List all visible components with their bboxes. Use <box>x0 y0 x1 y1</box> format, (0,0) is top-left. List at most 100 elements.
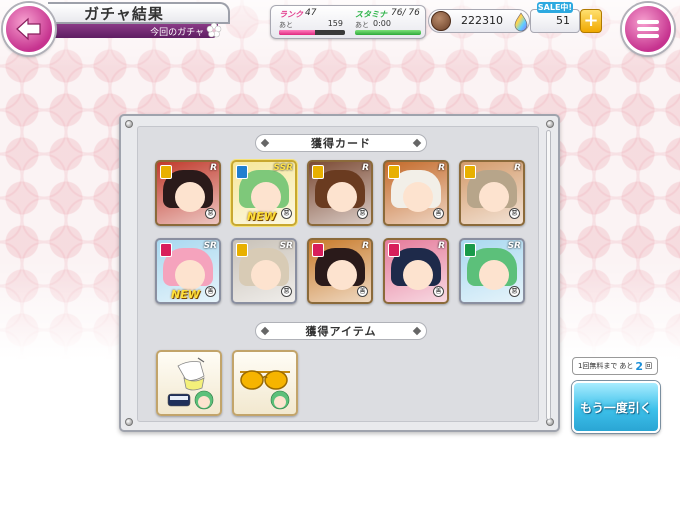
card-10[interactable]: SR 悪 <box>459 238 525 304</box>
element-icon: 悪 <box>205 208 216 219</box>
back-arrow-icon <box>16 17 41 41</box>
card-9[interactable]: R善 <box>383 238 449 304</box>
coin-count: 222310 <box>461 14 503 27</box>
clan-icon <box>236 165 248 179</box>
character-portrait <box>175 182 205 212</box>
rarity-label: R <box>362 163 369 173</box>
free-draw-count: 2 <box>635 359 644 373</box>
character-portrait <box>403 182 433 212</box>
rank-exp-fill <box>279 30 316 35</box>
rarity-label: R <box>514 163 521 173</box>
stamina-stat: スタミナ 76/ 76 あと 0:00 <box>351 8 425 38</box>
element-icon: 善 <box>433 208 444 219</box>
element-icon: 悪 <box>281 208 292 219</box>
add-gems-button[interactable]: + <box>580 9 602 33</box>
menu-icon-bar <box>637 34 659 38</box>
rarity-label: SSR <box>273 163 293 173</box>
character-portrait <box>251 260 281 290</box>
free-draw-suffix: 回 <box>645 362 653 370</box>
coin-panel: 222310 <box>428 9 530 33</box>
draw-again-button[interactable]: もう一度引く <box>572 381 660 433</box>
card-2[interactable]: SSR 悪 NEW <box>231 160 297 226</box>
back-button[interactable] <box>3 3 55 55</box>
card-1[interactable]: R悪 <box>155 160 221 226</box>
menu-button[interactable] <box>622 3 674 55</box>
cards-section-title: 獲得カード <box>311 137 371 150</box>
card-5[interactable]: R悪 <box>459 160 525 226</box>
rivet <box>546 120 554 128</box>
character-portrait <box>479 260 509 290</box>
scrollbar[interactable] <box>546 130 551 420</box>
menu-icon-bar <box>637 27 659 31</box>
clan-icon <box>160 243 172 257</box>
free-draw-mid: あと <box>619 362 634 370</box>
stamina-next-label: あと <box>355 21 369 29</box>
sale-badge: SALE中! <box>537 2 573 13</box>
new-badge: NEW <box>171 288 200 301</box>
free-draw-info: 1回無料まで あと 2 回 <box>572 357 658 375</box>
items-section-title: 獲得アイテム <box>305 325 377 338</box>
clan-icon <box>464 243 476 257</box>
element-icon: 悪 <box>281 286 292 297</box>
rarity-label: SR <box>279 241 293 251</box>
cards-section-header: 獲得カード <box>255 134 427 152</box>
rank-next-value: 159 <box>327 19 343 28</box>
rivet <box>125 120 133 128</box>
gacha-result-panel: 獲得カード R 悪 SSR 悪 NEW R 悪 R 善 R 悪 SR 善 NEW SR 悪 R 善 R 善 SR 悪 獲得… <box>119 114 560 432</box>
clan-icon <box>160 165 172 179</box>
element-icon: 善 <box>357 286 368 297</box>
character-portrait <box>175 260 205 290</box>
rarity-label: R <box>362 241 369 251</box>
clan-icon <box>388 243 400 257</box>
element-icon: 善 <box>433 286 444 297</box>
clan-icon <box>312 243 324 257</box>
player-stats-panel: ランク 47 あと 159 スタミナ 76/ 76 あと 0:00 <box>270 5 426 39</box>
subtitle-plate: 今回のガチャ <box>52 24 218 38</box>
rank-exp-bar <box>279 30 345 35</box>
rank-stat: ランク 47 あと 159 <box>275 8 349 38</box>
rank-next-label: あと <box>279 21 293 29</box>
clan-icon <box>464 165 476 179</box>
sunglasses-icon <box>240 370 290 410</box>
swimsuit-icon <box>167 357 214 410</box>
title-plate: ガチャ結果 <box>48 2 230 24</box>
gem-count: 51 <box>556 14 570 27</box>
card-7[interactable]: SR 悪 <box>231 238 297 304</box>
items-section-header: 獲得アイテム <box>255 322 427 340</box>
card-8[interactable]: R善 <box>307 238 373 304</box>
element-icon: 悪 <box>357 208 368 219</box>
character-portrait <box>327 260 357 290</box>
rarity-label: SR <box>507 241 521 251</box>
character-portrait <box>479 182 509 212</box>
clan-icon <box>388 165 400 179</box>
new-badge: NEW <box>247 210 276 223</box>
card-4[interactable]: R善 <box>383 160 449 226</box>
clan-icon <box>312 165 324 179</box>
rarity-label: R <box>210 163 217 173</box>
coin-icon <box>431 11 451 31</box>
rarity-label: R <box>438 163 445 173</box>
stamina-bar <box>355 30 421 35</box>
gem-icon <box>514 12 528 32</box>
element-icon: 悪 <box>509 208 520 219</box>
flower-icon <box>206 22 222 38</box>
element-icon: 善 <box>205 286 216 297</box>
rank-label: ランク <box>279 10 303 19</box>
clan-icon <box>236 243 248 257</box>
character-portrait <box>327 182 357 212</box>
card-3[interactable]: R悪 <box>307 160 373 226</box>
menu-icon-bar <box>637 20 659 24</box>
stamina-next-value: 0:00 <box>373 19 391 28</box>
rarity-label: SR <box>203 241 217 251</box>
card-6[interactable]: SR 善 NEW <box>155 238 221 304</box>
page-title: ガチャ結果 <box>84 4 164 23</box>
item-sunglasses[interactable] <box>232 350 298 416</box>
character-portrait <box>251 182 281 212</box>
stamina-fill <box>355 30 421 35</box>
element-icon: 悪 <box>509 286 520 297</box>
item-swimsuit[interactable] <box>156 350 222 416</box>
rivet <box>125 418 133 426</box>
character-portrait <box>403 260 433 290</box>
stamina-value: 76/ 76 <box>391 8 420 18</box>
free-draw-prefix: 1回無料まで <box>577 362 618 370</box>
